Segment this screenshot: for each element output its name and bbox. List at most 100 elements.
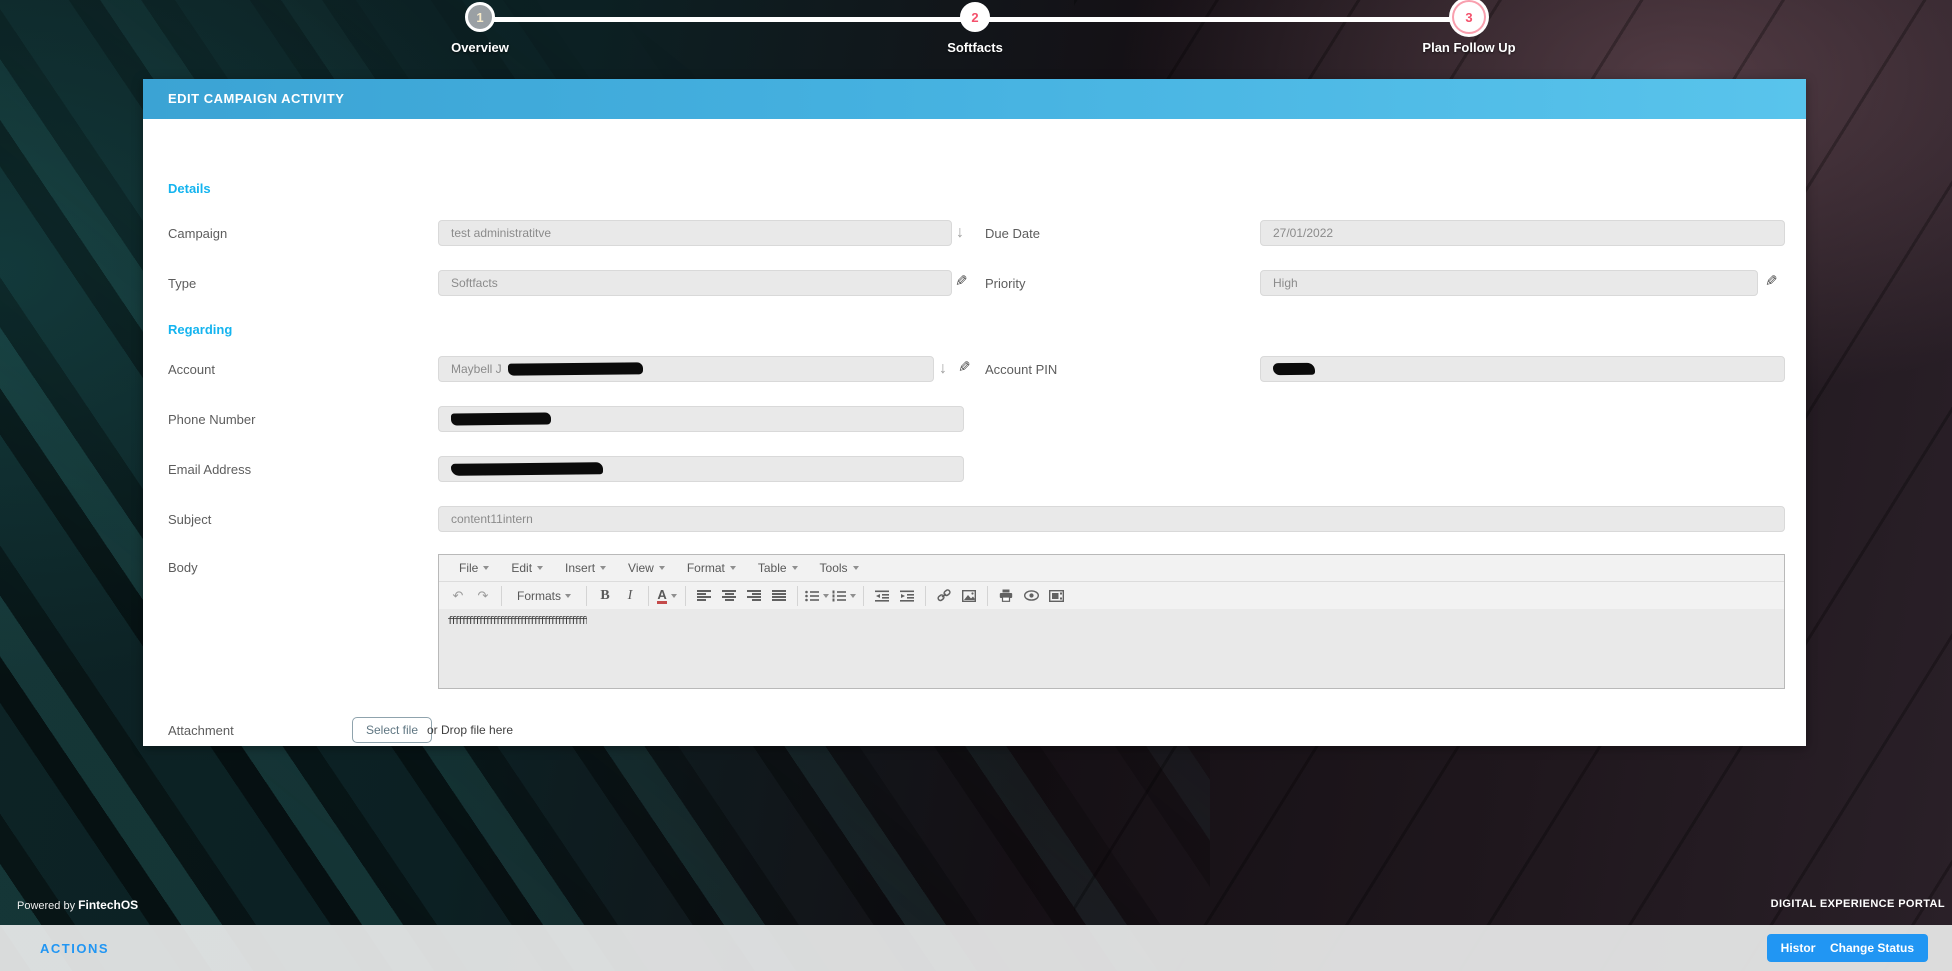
drop-file-hint: or Drop file here [427, 723, 513, 737]
chevron-down-icon [537, 566, 543, 570]
regarding-section-heading: Regarding [168, 322, 232, 337]
editor-menu-view[interactable]: View [618, 557, 675, 579]
align-right-icon[interactable] [743, 585, 765, 607]
outdent-icon[interactable] [871, 585, 893, 607]
select-file-button[interactable]: Select file [352, 717, 432, 743]
editor-menu-tools[interactable]: Tools [810, 557, 869, 579]
formats-dropdown[interactable]: Formats [509, 585, 579, 607]
panel-title: EDIT CAMPAIGN ACTIVITY [168, 91, 344, 106]
align-left-icon[interactable] [693, 585, 715, 607]
account-label: Account [168, 362, 215, 377]
align-center-icon[interactable] [718, 585, 740, 607]
editor-menu-format[interactable]: Format [677, 557, 746, 579]
editor-toolbar: ↶ ↷ Formats B I A [439, 582, 1784, 610]
priority-edit-pencil-icon[interactable]: ✎ [1765, 274, 1778, 289]
account-pin-label: Account PIN [985, 362, 1057, 377]
body-rich-text-editor: File Edit Insert View Format Table Tools… [438, 554, 1785, 689]
body-label: Body [168, 560, 198, 575]
due-date-label: Due Date [985, 226, 1040, 241]
editor-menu-insert[interactable]: Insert [555, 557, 616, 579]
toolbar-separator [586, 586, 587, 606]
toolbar-separator [797, 586, 798, 606]
actions-menu[interactable]: ACTIONS [40, 941, 109, 956]
panel-header: EDIT CAMPAIGN ACTIVITY [143, 79, 1806, 119]
panel-body: Details Campaign ↓ Due Date Type ✎ Prior… [143, 119, 1806, 746]
priority-label: Priority [985, 276, 1025, 291]
attachment-label: Attachment [168, 723, 234, 738]
editor-menubar: File Edit Insert View Format Table Tools [439, 555, 1784, 582]
digital-experience-portal-text: DIGITAL EXPERIENCE PORTAL [1771, 898, 1945, 910]
chevron-down-icon [792, 566, 798, 570]
due-date-input[interactable] [1260, 220, 1785, 246]
campaign-input[interactable] [438, 220, 952, 246]
redaction-mark [451, 412, 551, 425]
toolbar-separator [863, 586, 864, 606]
type-label: Type [168, 276, 196, 291]
chevron-down-icon [600, 566, 606, 570]
bottom-action-bar: ACTIONS History Change Status [0, 925, 1952, 971]
redaction-mark [508, 362, 643, 375]
indent-icon[interactable] [896, 585, 918, 607]
editor-menu-table[interactable]: Table [748, 557, 808, 579]
redaction-mark [451, 462, 603, 476]
redaction-mark [1273, 363, 1315, 375]
toolbar-separator [685, 586, 686, 606]
edit-campaign-activity-panel: EDIT CAMPAIGN ACTIVITY Details Campaign … [143, 79, 1806, 746]
step-3-circle[interactable]: 3 [1452, 0, 1486, 34]
type-input[interactable] [438, 270, 952, 296]
step-1-label: Overview [451, 40, 509, 55]
email-address-input[interactable] [438, 456, 964, 482]
print-icon[interactable] [995, 585, 1017, 607]
chevron-down-icon [671, 594, 677, 598]
step-2-label: Softfacts [947, 40, 1003, 55]
subject-label: Subject [168, 512, 211, 527]
insert-media-icon[interactable] [1045, 585, 1067, 607]
step-3-label: Plan Follow Up [1422, 40, 1515, 55]
type-edit-pencil-icon[interactable]: ✎ [955, 274, 968, 289]
toolbar-separator [987, 586, 988, 606]
fintechos-logo: FintechOS [78, 898, 138, 912]
numbered-list-icon[interactable] [832, 585, 856, 607]
step-1-number: 1 [476, 10, 483, 25]
chevron-down-icon [850, 594, 856, 598]
preview-eye-icon[interactable] [1020, 585, 1042, 607]
account-pin-input[interactable] [1260, 356, 1785, 382]
email-address-label: Email Address [168, 462, 251, 477]
step-2-circle[interactable]: 2 [960, 2, 990, 32]
bold-button[interactable]: B [594, 585, 616, 607]
campaign-dropdown-arrow-icon[interactable]: ↓ [956, 225, 964, 241]
italic-button[interactable]: I [619, 585, 641, 607]
editor-menu-file[interactable]: File [449, 557, 499, 579]
powered-by-text: Powered by FintechOS [17, 898, 138, 912]
account-edit-pencil-icon[interactable]: ✎ [958, 360, 971, 375]
chevron-down-icon [730, 566, 736, 570]
toolbar-separator [501, 586, 502, 606]
undo-icon[interactable]: ↶ [447, 585, 469, 607]
bullet-list-icon[interactable] [805, 585, 829, 607]
align-justify-icon[interactable] [768, 585, 790, 607]
chevron-down-icon [659, 566, 665, 570]
insert-image-icon[interactable] [958, 585, 980, 607]
phone-number-label: Phone Number [168, 412, 255, 427]
body-content-area[interactable]: ffffffffffffffffffffffffffffffffffffffff… [439, 609, 1784, 688]
redo-icon[interactable]: ↷ [472, 585, 494, 607]
chevron-down-icon [483, 566, 489, 570]
account-input[interactable]: Maybell J [438, 356, 934, 382]
priority-input[interactable] [1260, 270, 1758, 296]
subject-input[interactable] [438, 506, 1785, 532]
phone-number-input[interactable] [438, 406, 964, 432]
step-3-number: 3 [1465, 10, 1472, 25]
account-dropdown-arrow-icon[interactable]: ↓ [939, 361, 947, 377]
campaign-label: Campaign [168, 226, 227, 241]
change-status-button[interactable]: Change Status [1816, 934, 1928, 962]
step-1-circle[interactable]: 1 [465, 2, 495, 32]
wizard-stepper: 1 Overview 2 Softfacts 3 Plan Follow Up [0, 0, 1952, 60]
editor-menu-edit[interactable]: Edit [501, 557, 553, 579]
insert-link-icon[interactable] [933, 585, 955, 607]
text-color-button[interactable]: A [656, 585, 678, 607]
chevron-down-icon [853, 566, 859, 570]
details-section-heading: Details [168, 181, 211, 196]
toolbar-separator [648, 586, 649, 606]
toolbar-separator [925, 586, 926, 606]
step-2-number: 2 [971, 10, 978, 25]
